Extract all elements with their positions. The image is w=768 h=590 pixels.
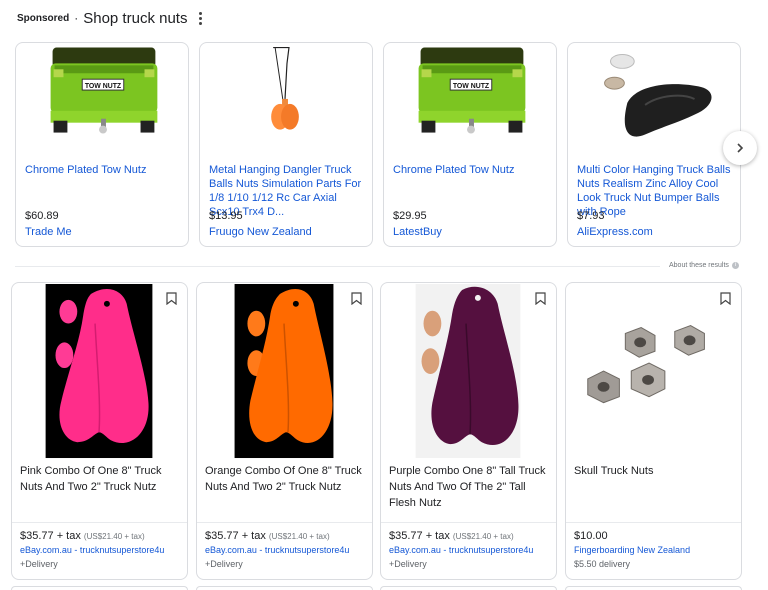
carousel-card[interactable]: TOW NUTZ Chrome Plated Tow Nutz $60.89 T… bbox=[15, 42, 189, 247]
sponsored-label: Sponsored bbox=[17, 12, 70, 24]
tax-note: (US$21.40 + tax) bbox=[452, 532, 514, 541]
product-card[interactable]: Purple Combo One 8" Tall Truck Nuts And … bbox=[380, 282, 557, 580]
next-row-card bbox=[380, 586, 557, 590]
carousel-price: $13.95 bbox=[209, 210, 243, 222]
green-truck-image: TOW NUTZ bbox=[418, 47, 526, 134]
shopping-header: Sponsored · Shop truck nuts bbox=[17, 8, 204, 28]
carousel-price: $60.89 bbox=[25, 210, 59, 222]
product-card[interactable]: Skull Truck Nuts $10.00 Fingerboarding N… bbox=[565, 282, 742, 580]
product-price: $35.77 + tax (US$21.40 + tax) bbox=[20, 530, 145, 542]
product-title[interactable]: Pink Combo Of One 8" Truck Nuts And Two … bbox=[20, 463, 180, 495]
carousel-title[interactable]: Chrome Plated Tow Nutz bbox=[25, 163, 183, 177]
more-options-icon[interactable] bbox=[197, 10, 204, 27]
carousel-card[interactable]: Multi Color Hanging Truck Balls Nuts Rea… bbox=[567, 42, 741, 247]
card-separator bbox=[566, 522, 741, 523]
tax-note: (US$21.40 + tax) bbox=[268, 532, 330, 541]
product-seller[interactable]: eBay.com.au - trucknutsuperstore4u bbox=[389, 545, 533, 555]
product-price: $35.77 + tax (US$21.40 + tax) bbox=[389, 530, 514, 542]
next-row-card bbox=[11, 586, 188, 590]
product-delivery: +Delivery bbox=[205, 559, 243, 569]
green-truck-image: TOW NUTZ bbox=[50, 47, 158, 134]
product-seller[interactable]: eBay.com.au - trucknutsuperstore4u bbox=[205, 545, 349, 555]
product-title[interactable]: Purple Combo One 8" Tall Truck Nuts And … bbox=[389, 463, 549, 511]
orange-dangler-image bbox=[271, 46, 299, 130]
carousel-seller[interactable]: LatestBuy bbox=[393, 226, 442, 238]
product-delivery: $5.50 delivery bbox=[574, 559, 631, 569]
card-separator bbox=[381, 522, 556, 523]
about-results-label[interactable]: About these results bbox=[669, 262, 729, 269]
carousel-price: $29.95 bbox=[393, 210, 427, 222]
info-icon[interactable]: i bbox=[731, 262, 739, 269]
product-card[interactable]: Pink Combo Of One 8" Truck Nuts And Two … bbox=[11, 282, 188, 580]
product-seller[interactable]: Fingerboarding New Zealand bbox=[574, 545, 690, 555]
price-value: $35.77 + tax bbox=[205, 530, 266, 542]
carousel-seller[interactable]: Fruugo New Zealand bbox=[209, 226, 312, 238]
product-title[interactable]: Skull Truck Nuts bbox=[574, 463, 734, 479]
chevron-right-icon bbox=[737, 143, 744, 153]
carousel-price: $7.93 bbox=[577, 210, 605, 222]
carousel-card[interactable]: Metal Hanging Dangler Truck Balls Nuts S… bbox=[199, 42, 373, 247]
card-separator bbox=[12, 522, 187, 523]
price-value: $10.00 bbox=[574, 530, 608, 542]
purple-truck-nuts-image bbox=[415, 284, 521, 459]
plate-text: TOW NUTZ bbox=[85, 83, 122, 90]
orange-truck-nuts-image bbox=[234, 284, 334, 459]
about-results-link[interactable]: About these results i bbox=[669, 262, 739, 269]
hex-nuts-image bbox=[587, 324, 705, 404]
product-delivery: +Delivery bbox=[20, 559, 58, 569]
card-separator bbox=[197, 522, 372, 523]
header-separator: · bbox=[74, 11, 79, 25]
product-price: $35.77 + tax (US$21.40 + tax) bbox=[205, 530, 330, 542]
carousel-seller[interactable]: AliExpress.com bbox=[577, 226, 653, 238]
bookmark-icon[interactable] bbox=[351, 292, 362, 305]
carousel-seller[interactable]: Trade Me bbox=[25, 226, 72, 238]
product-delivery: +Delivery bbox=[389, 559, 427, 569]
divider bbox=[15, 266, 660, 267]
shop-title: Shop truck nuts bbox=[83, 9, 188, 27]
price-value: $35.77 + tax bbox=[389, 530, 450, 542]
pink-truck-nuts-image bbox=[45, 284, 153, 459]
bookmark-icon[interactable] bbox=[166, 292, 177, 305]
tax-note: (US$21.40 + tax) bbox=[83, 532, 145, 541]
black-truck-nuts-image bbox=[604, 53, 712, 137]
product-card[interactable]: Orange Combo Of One 8" Truck Nuts And Tw… bbox=[196, 282, 373, 580]
next-row-card bbox=[196, 586, 373, 590]
product-seller[interactable]: eBay.com.au - trucknutsuperstore4u bbox=[20, 545, 164, 555]
next-button[interactable] bbox=[723, 131, 757, 165]
carousel-card[interactable]: TOW NUTZ Chrome Plated Tow Nutz $29.95 L… bbox=[383, 42, 557, 247]
product-carousel: TOW NUTZ Chrome Plated Tow Nutz $60.89 T… bbox=[15, 42, 742, 250]
price-value: $35.77 + tax bbox=[20, 530, 81, 542]
bookmark-icon[interactable] bbox=[720, 292, 731, 305]
product-title[interactable]: Orange Combo Of One 8" Truck Nuts And Tw… bbox=[205, 463, 365, 495]
plate-text: TOW NUTZ bbox=[453, 83, 490, 90]
carousel-title[interactable]: Chrome Plated Tow Nutz bbox=[393, 163, 551, 177]
next-row-card bbox=[565, 586, 742, 590]
bookmark-icon[interactable] bbox=[535, 292, 546, 305]
product-price: $10.00 bbox=[574, 530, 608, 542]
